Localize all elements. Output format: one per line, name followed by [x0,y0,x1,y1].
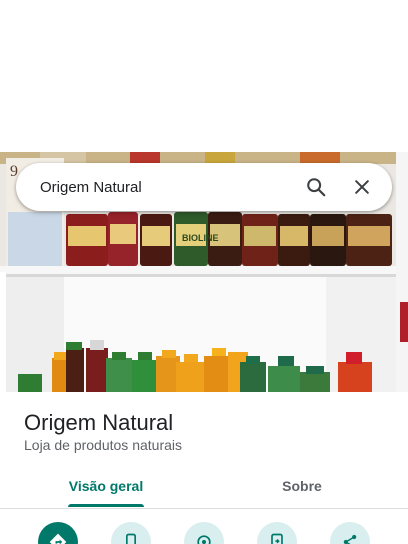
phone-icon [126,533,136,544]
tab-overview[interactable]: Visão geral [4,472,208,508]
tab-about-label: Sobre [282,478,322,494]
place-category: Loja de produtos naturais [24,437,182,453]
search-input[interactable]: Origem Natural [40,179,304,196]
place-name: Origem Natural [24,410,174,435]
tab-selected-indicator [68,504,144,507]
action-buttons-row [0,522,408,544]
call-button[interactable] [111,522,151,544]
save-location-icon [197,535,211,544]
directions-icon [49,533,67,544]
send-to-phone-button[interactable] [257,522,297,544]
share-icon [343,534,357,544]
bottle-label-text: BIOLINE [182,233,219,243]
close-icon[interactable] [350,175,374,199]
tab-about[interactable]: Sobre [200,472,404,508]
tab-overview-label: Visão geral [68,478,144,494]
search-bar[interactable]: Origem Natural [16,163,392,211]
tab-bar: Visão geral Sobre [0,472,408,508]
save-button[interactable] [184,522,224,544]
send-to-phone-icon [271,533,283,544]
tabs-divider [0,508,408,509]
map-top-area [0,0,408,152]
directions-button[interactable] [38,522,78,544]
place-details-sheet: Origem Natural Loja de produtos naturais… [0,392,408,544]
search-icon[interactable] [304,175,328,199]
share-button[interactable] [330,522,370,544]
